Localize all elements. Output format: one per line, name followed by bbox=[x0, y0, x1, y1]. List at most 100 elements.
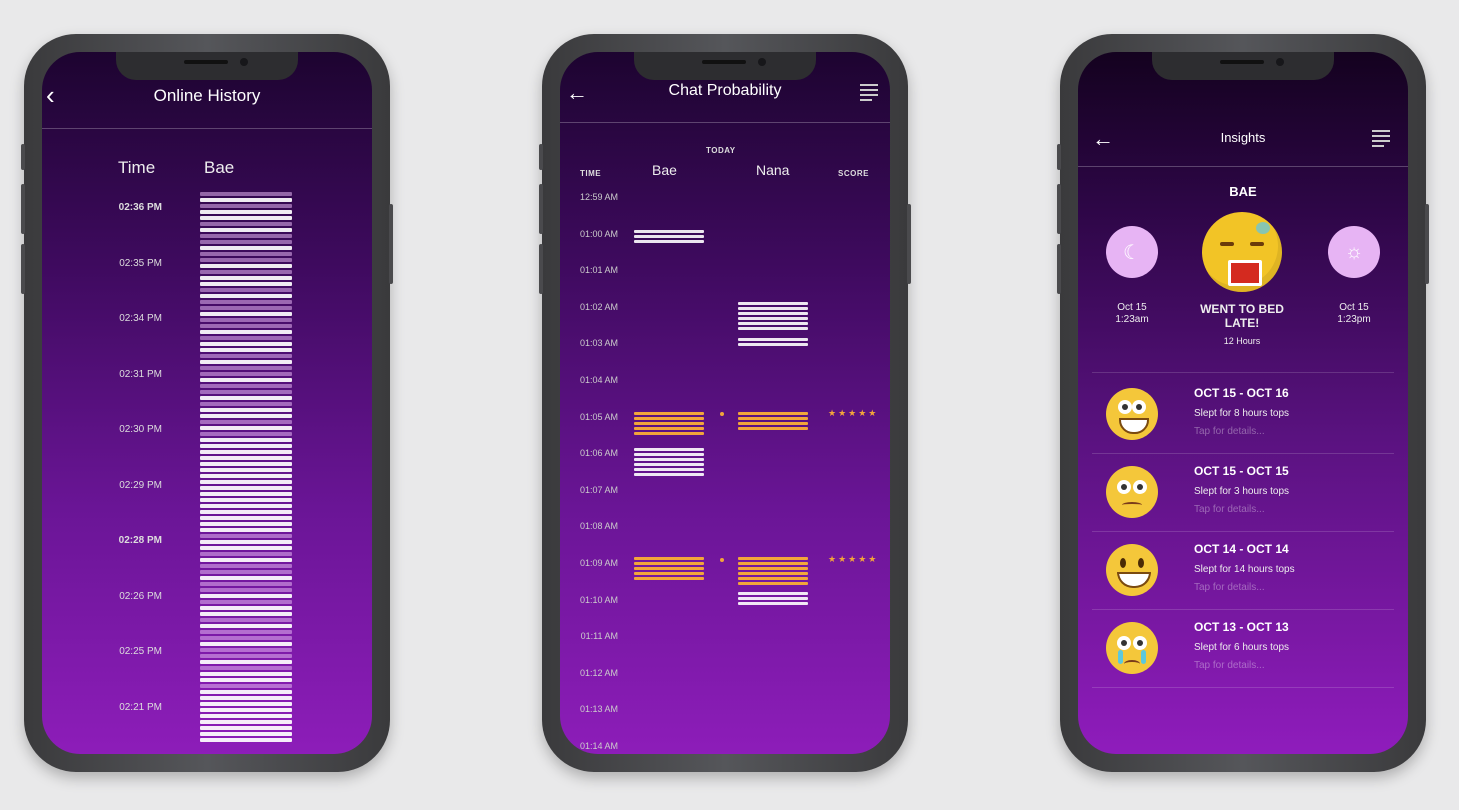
today-label: TODAY bbox=[706, 146, 736, 155]
activity-bar bbox=[200, 204, 292, 208]
sleep-start-time: 1:23am bbox=[1115, 314, 1149, 325]
activity-bar bbox=[200, 726, 292, 730]
contact-name: BAE bbox=[1229, 184, 1257, 199]
activity-bar bbox=[200, 588, 292, 592]
time-label: 02:35 PM bbox=[119, 257, 162, 269]
activity-bar bbox=[200, 420, 292, 424]
activity-bar bbox=[200, 270, 292, 274]
activity-bar bbox=[200, 462, 292, 466]
page-title: Insights bbox=[1220, 130, 1266, 145]
page-title: Chat Probability bbox=[668, 82, 782, 99]
activity-bar bbox=[200, 534, 292, 538]
activity-bar bbox=[200, 474, 292, 478]
sun-icon: ☼ bbox=[1328, 226, 1380, 278]
activity-bar bbox=[200, 558, 292, 562]
activity-bar bbox=[200, 456, 292, 460]
headline-line-2: LATE! bbox=[1224, 316, 1260, 330]
phone-chat-probability: ← Chat Probability TODAY TIME Bae Nana S… bbox=[539, 34, 911, 772]
time-label: 01:02 AM bbox=[579, 301, 618, 312]
time-label: 01:03 AM bbox=[579, 338, 618, 349]
insight-date-range: OCT 14 - OCT 14 bbox=[1194, 542, 1289, 556]
time-label: 02:31 PM bbox=[119, 368, 162, 380]
activity-bar bbox=[200, 492, 292, 496]
activity-bar bbox=[200, 354, 292, 358]
activity-bar bbox=[200, 288, 292, 292]
activity-bar bbox=[200, 228, 292, 232]
time-label: 02:21 PM bbox=[119, 701, 162, 713]
activity-bar bbox=[200, 192, 292, 196]
activity-bar bbox=[200, 396, 292, 400]
activity-bar bbox=[200, 318, 292, 322]
activity-bar bbox=[200, 702, 292, 706]
column-header-time: Time bbox=[118, 158, 156, 177]
activity-bar bbox=[200, 570, 292, 574]
activity-bar bbox=[200, 480, 292, 484]
time-label: 02:25 PM bbox=[119, 646, 162, 657]
activity-bar bbox=[200, 576, 292, 580]
time-label: 02:34 PM bbox=[119, 313, 162, 324]
activity-bar bbox=[200, 660, 292, 664]
activity-bar bbox=[200, 612, 292, 616]
insight-date-range: OCT 15 - OCT 15 bbox=[1194, 464, 1289, 478]
phone-insights: ← Insights BAE ☾ Oct 15 1:23am WENT TO B… bbox=[1057, 34, 1429, 772]
divider bbox=[1078, 166, 1408, 167]
activity-bars bbox=[200, 192, 292, 742]
screen: ← Chat Probability TODAY TIME Bae Nana S… bbox=[560, 52, 890, 754]
name-header-1: Bae bbox=[652, 162, 677, 178]
time-label: 02:30 PM bbox=[119, 424, 162, 435]
crying-face-icon bbox=[1106, 622, 1158, 674]
time-label: 02:26 PM bbox=[119, 590, 162, 602]
insight-row[interactable]: OCT 13 - OCT 13 Slept for 6 hours tops T… bbox=[1078, 610, 1408, 688]
activity-bar bbox=[200, 546, 292, 550]
divider bbox=[1092, 372, 1394, 373]
activity-bar bbox=[200, 522, 292, 526]
activity-bar bbox=[200, 252, 292, 256]
activity-bar bbox=[200, 738, 292, 742]
activity-bar bbox=[200, 600, 292, 604]
insight-row[interactable]: OCT 14 - OCT 14 Slept for 14 hours tops … bbox=[1078, 532, 1408, 610]
activity-bar bbox=[200, 678, 292, 682]
time-label: 01:04 AM bbox=[579, 375, 618, 385]
insight-summary: Slept for 3 hours tops bbox=[1194, 486, 1290, 497]
sleep-start-date: Oct 15 bbox=[1117, 302, 1147, 313]
sleep-end-time: 1:23pm bbox=[1337, 314, 1371, 325]
activity-bar bbox=[200, 366, 292, 370]
activity-bar bbox=[200, 618, 292, 622]
activity-bar bbox=[200, 450, 292, 454]
time-header: TIME bbox=[580, 169, 602, 178]
notch bbox=[634, 52, 816, 80]
menu-icon[interactable] bbox=[1372, 130, 1390, 150]
time-label: 01:10 AM bbox=[579, 594, 618, 605]
activity-bar bbox=[200, 336, 292, 340]
insight-tap-hint: Tap for details... bbox=[1194, 582, 1265, 593]
name-header-2: Nana bbox=[756, 162, 790, 178]
time-label: 01:07 AM bbox=[579, 484, 618, 495]
activity-bar bbox=[200, 246, 292, 250]
activity-bar bbox=[200, 624, 292, 628]
activity-bar bbox=[200, 732, 292, 736]
insight-summary: Slept for 14 hours tops bbox=[1194, 564, 1295, 575]
headline-line-1: WENT TO BED bbox=[1200, 302, 1284, 316]
activity-bar bbox=[200, 372, 292, 376]
activity-bar bbox=[200, 258, 292, 262]
activity-bar bbox=[200, 468, 292, 472]
activity-bar bbox=[200, 306, 292, 310]
activity-bar bbox=[200, 606, 292, 610]
activity-bar bbox=[200, 552, 292, 556]
activity-bar bbox=[200, 684, 292, 688]
activity-bar bbox=[200, 426, 292, 430]
time-label: 01:00 AM bbox=[579, 228, 618, 239]
activity-bar bbox=[200, 216, 292, 220]
menu-icon[interactable] bbox=[860, 84, 878, 104]
happy-face-icon bbox=[1106, 388, 1158, 440]
activity-bar bbox=[200, 582, 292, 586]
activity-bar bbox=[200, 666, 292, 670]
insight-row[interactable]: OCT 15 - OCT 15 Slept for 3 hours tops T… bbox=[1078, 454, 1408, 532]
activity-bar bbox=[200, 294, 292, 298]
score-stars: ★★★★★ bbox=[828, 554, 879, 564]
insight-summary: Slept for 8 hours tops bbox=[1194, 408, 1290, 419]
insight-date-range: OCT 13 - OCT 13 bbox=[1194, 620, 1289, 634]
divider bbox=[560, 122, 890, 123]
activity-bar bbox=[200, 504, 292, 508]
insight-row[interactable]: OCT 15 - OCT 16 Slept for 8 hours tops T… bbox=[1078, 376, 1408, 454]
